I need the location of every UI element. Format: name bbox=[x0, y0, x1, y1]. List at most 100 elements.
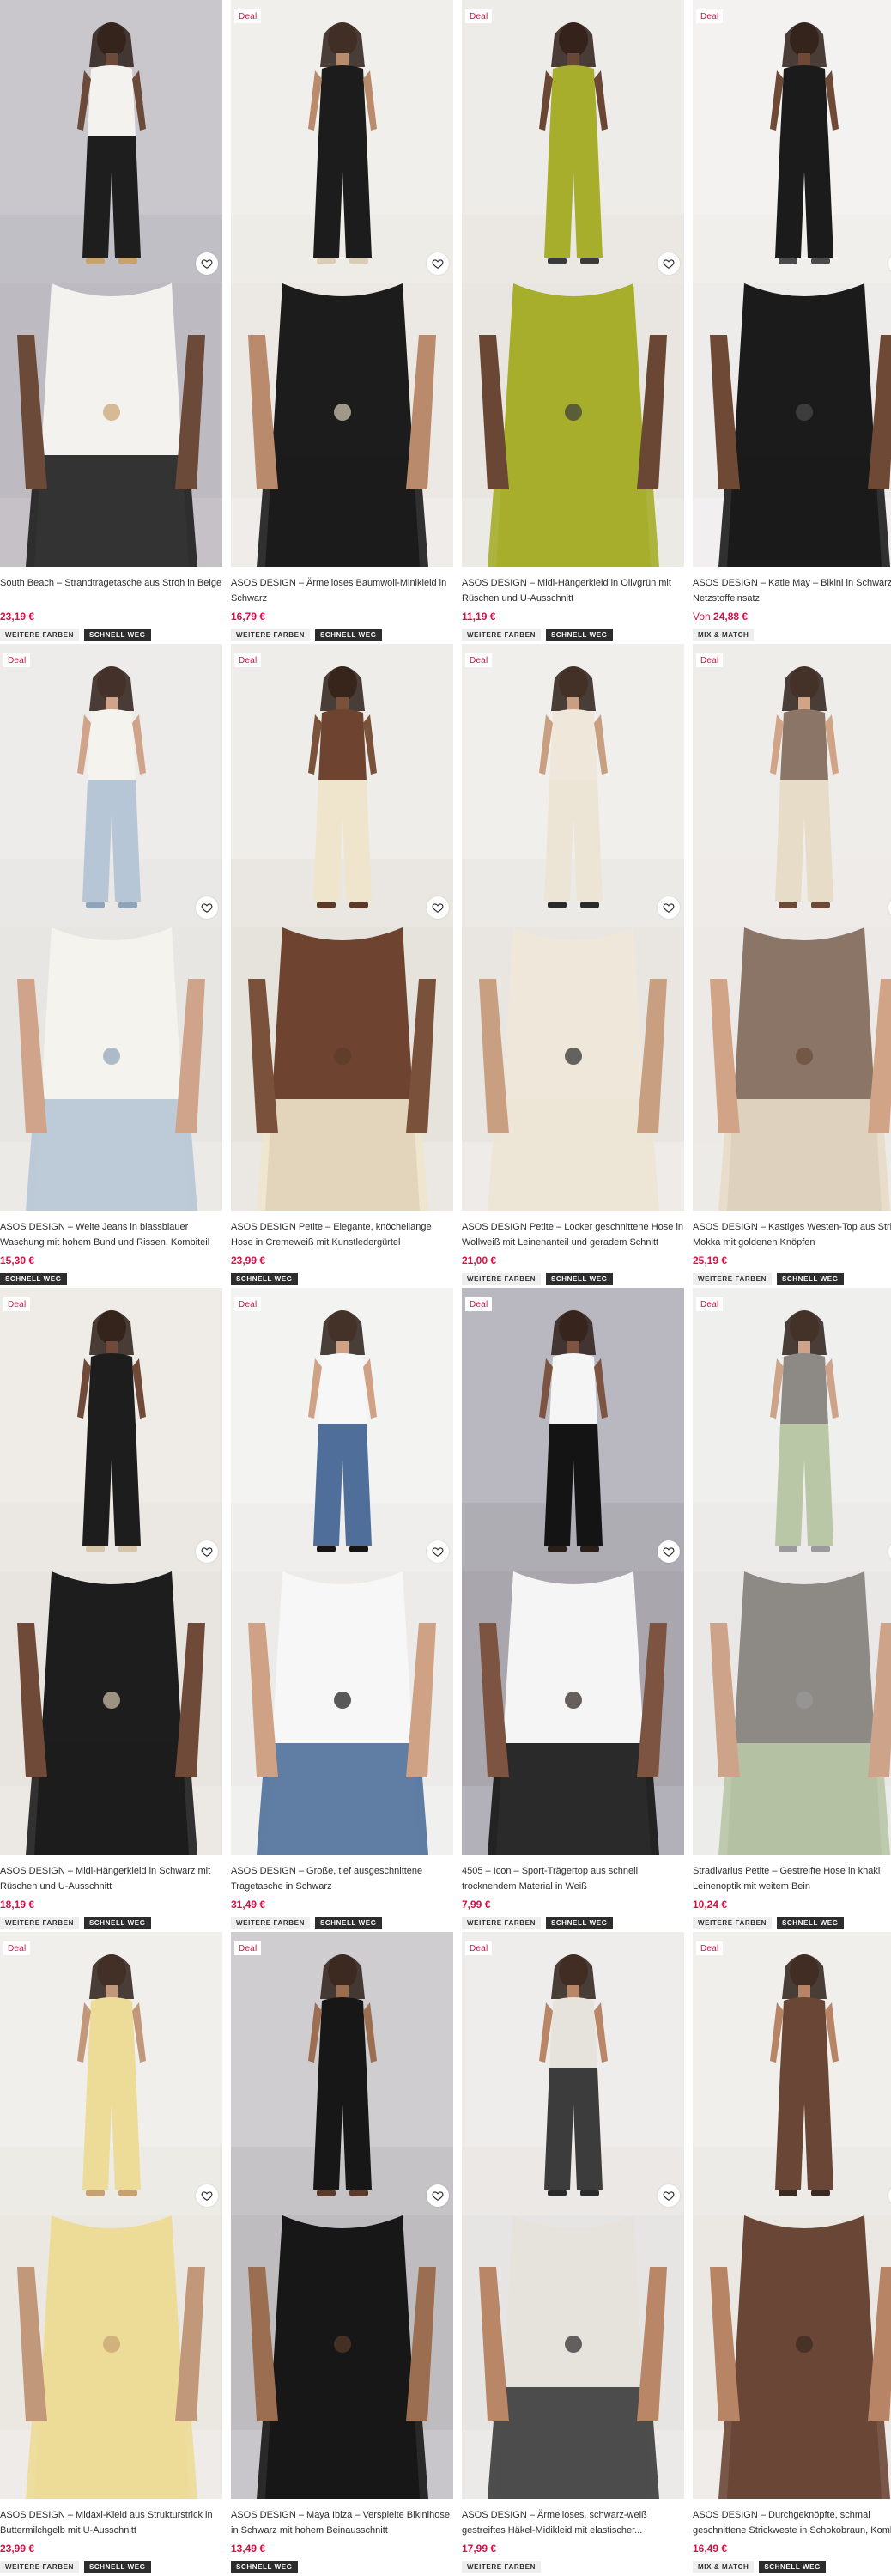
product-title[interactable]: ASOS DESIGN – Kastiges Westen-Top aus St… bbox=[693, 1219, 891, 1250]
product-info[interactable]: ASOS DESIGN – Midaxi-Kleid aus Strukturs… bbox=[0, 2499, 222, 2573]
product-card[interactable]: Deal ASOS DESIGN – Durchgeknöpfte, schma… bbox=[693, 1932, 891, 2576]
product-image[interactable] bbox=[231, 1932, 453, 2215]
product-card[interactable]: Deal ASOS DESIGN – Ärmelloses, schwarz-w… bbox=[462, 1932, 684, 2576]
product-info[interactable]: ASOS DESIGN – Ärmelloses Baumwoll-Minikl… bbox=[231, 567, 453, 641]
product-card[interactable]: Deal ASOS DESIGN – Große, tief ausgeschn… bbox=[231, 1288, 453, 1932]
product-title[interactable]: ASOS DESIGN – Midi-Hängerkleid in Schwar… bbox=[0, 1863, 222, 1894]
product-info[interactable]: ASOS DESIGN – Midi-Hängerkleid in Schwar… bbox=[0, 1855, 222, 1929]
product-card[interactable]: Deal ASOS DESIGN – Midaxi-Kleid aus Stru… bbox=[0, 1932, 222, 2576]
product-title[interactable]: Stradivarius Petite – Gestreifte Hose in… bbox=[693, 1863, 891, 1894]
product-card[interactable]: Deal 4505 – Icon – Sport-Trägertop aus s… bbox=[462, 1288, 684, 1932]
product-media[interactable]: Deal bbox=[231, 644, 453, 1211]
product-title[interactable]: ASOS DESIGN – Große, tief ausgeschnitten… bbox=[231, 1863, 453, 1894]
product-title[interactable]: ASOS DESIGN – Ärmelloses Baumwoll-Minikl… bbox=[231, 575, 453, 606]
product-media[interactable]: Deal bbox=[693, 1288, 891, 1855]
product-info[interactable]: ASOS DESIGN – Maya Ibiza – Verspielte Bi… bbox=[231, 2499, 453, 2573]
product-info[interactable]: ASOS DESIGN – Große, tief ausgeschnitten… bbox=[231, 1855, 453, 1929]
save-for-later-button[interactable] bbox=[196, 2184, 218, 2207]
save-for-later-button[interactable] bbox=[658, 896, 680, 919]
product-title[interactable]: ASOS DESIGN – Maya Ibiza – Verspielte Bi… bbox=[231, 2507, 453, 2538]
product-info[interactable]: ASOS DESIGN Petite – Elegante, knöchella… bbox=[231, 1211, 453, 1285]
product-image-alt[interactable] bbox=[462, 283, 684, 567]
product-image-alt[interactable] bbox=[462, 1571, 684, 1855]
product-info[interactable]: ASOS DESIGN – Weite Jeans in blassblauer… bbox=[0, 1211, 222, 1285]
product-info[interactable]: 4505 – Icon – Sport-Trägertop aus schnel… bbox=[462, 1855, 684, 1929]
product-title[interactable]: ASOS DESIGN – Ärmelloses, schwarz-weiß g… bbox=[462, 2507, 684, 2538]
product-info[interactable]: ASOS DESIGN – Durchgeknöpfte, schmal ges… bbox=[693, 2499, 891, 2573]
product-card[interactable]: Deal ASOS DESIGN – Kastiges Westen-Top a… bbox=[693, 644, 891, 1288]
product-image[interactable] bbox=[0, 0, 222, 283]
product-title[interactable]: ASOS DESIGN – Weite Jeans in blassblauer… bbox=[0, 1219, 222, 1250]
product-image[interactable] bbox=[231, 644, 453, 927]
save-for-later-button[interactable] bbox=[427, 2184, 449, 2207]
product-media[interactable]: Deal bbox=[693, 0, 891, 567]
save-for-later-button[interactable] bbox=[658, 2184, 680, 2207]
product-card[interactable]: Deal ASOS DESIGN Petite – Locker geschni… bbox=[462, 644, 684, 1288]
product-card[interactable]: Deal ASOS DESIGN – Maya Ibiza – Verspiel… bbox=[231, 1932, 453, 2576]
save-for-later-button[interactable] bbox=[658, 1540, 680, 1563]
product-image[interactable] bbox=[462, 1288, 684, 1571]
product-info[interactable]: South Beach – Strandtragetasche aus Stro… bbox=[0, 567, 222, 641]
product-card[interactable]: South Beach – Strandtragetasche aus Stro… bbox=[0, 0, 222, 644]
product-card[interactable]: Deal ASOS DESIGN – Midi-Hängerkleid in S… bbox=[0, 1288, 222, 1932]
save-for-later-button[interactable] bbox=[427, 896, 449, 919]
product-image[interactable] bbox=[462, 0, 684, 283]
product-image-alt[interactable] bbox=[462, 927, 684, 1211]
save-for-later-button[interactable] bbox=[196, 252, 218, 275]
product-title[interactable]: ASOS DESIGN Petite – Locker geschnittene… bbox=[462, 1219, 684, 1250]
product-title[interactable]: ASOS DESIGN – Midi-Hängerkleid in Olivgr… bbox=[462, 575, 684, 606]
product-image[interactable] bbox=[462, 1932, 684, 2215]
product-media[interactable]: Deal bbox=[462, 1932, 684, 2499]
product-image[interactable] bbox=[231, 0, 453, 283]
product-image[interactable] bbox=[0, 1932, 222, 2215]
product-card[interactable]: Deal ASOS DESIGN – Ärmelloses Baumwoll-M… bbox=[231, 0, 453, 644]
product-image[interactable] bbox=[693, 644, 891, 927]
product-card[interactable]: Deal ASOS DESIGN – Midi-Hängerkleid in O… bbox=[462, 0, 684, 644]
product-image-alt[interactable] bbox=[231, 2215, 453, 2499]
product-title[interactable]: South Beach – Strandtragetasche aus Stro… bbox=[0, 575, 222, 606]
product-image-alt[interactable] bbox=[462, 2215, 684, 2499]
product-media[interactable]: Deal bbox=[231, 1288, 453, 1855]
product-image[interactable] bbox=[693, 1288, 891, 1571]
product-image[interactable] bbox=[693, 1932, 891, 2215]
product-image-alt[interactable] bbox=[693, 1571, 891, 1855]
product-image-alt[interactable] bbox=[0, 283, 222, 567]
product-info[interactable]: Stradivarius Petite – Gestreifte Hose in… bbox=[693, 1855, 891, 1929]
product-title[interactable]: ASOS DESIGN – Durchgeknöpfte, schmal ges… bbox=[693, 2507, 891, 2538]
product-media[interactable]: Deal bbox=[231, 1932, 453, 2499]
product-title[interactable]: 4505 – Icon – Sport-Trägertop aus schnel… bbox=[462, 1863, 684, 1894]
product-card[interactable]: Deal ASOS DESIGN – Weite Jeans in blassb… bbox=[0, 644, 222, 1288]
product-media[interactable]: Deal bbox=[0, 644, 222, 1211]
save-for-later-button[interactable] bbox=[427, 252, 449, 275]
product-image-alt[interactable] bbox=[0, 1571, 222, 1855]
save-for-later-button[interactable] bbox=[196, 896, 218, 919]
product-info[interactable]: ASOS DESIGN Petite – Locker geschnittene… bbox=[462, 1211, 684, 1285]
product-card[interactable]: Deal Stradivarius Petite – Gestreifte Ho… bbox=[693, 1288, 891, 1932]
product-card[interactable]: Deal ASOS DESIGN – Katie May – Bikini in… bbox=[693, 0, 891, 644]
product-image-alt[interactable] bbox=[693, 927, 891, 1211]
product-image-alt[interactable] bbox=[0, 927, 222, 1211]
product-media[interactable]: Deal bbox=[462, 1288, 684, 1855]
product-image-alt[interactable] bbox=[231, 927, 453, 1211]
product-image[interactable] bbox=[231, 1288, 453, 1571]
product-image[interactable] bbox=[693, 0, 891, 283]
product-title[interactable]: ASOS DESIGN – Midaxi-Kleid aus Strukturs… bbox=[0, 2507, 222, 2538]
save-for-later-button[interactable] bbox=[427, 1540, 449, 1563]
product-media[interactable]: Deal bbox=[231, 0, 453, 567]
product-image[interactable] bbox=[0, 1288, 222, 1571]
product-image[interactable] bbox=[462, 644, 684, 927]
product-media[interactable]: Deal bbox=[0, 1932, 222, 2499]
product-media[interactable]: Deal bbox=[462, 644, 684, 1211]
product-media[interactable]: Deal bbox=[462, 0, 684, 567]
product-title[interactable]: ASOS DESIGN – Katie May – Bikini in Schw… bbox=[693, 575, 891, 606]
product-media[interactable]: Deal bbox=[693, 1932, 891, 2499]
product-image-alt[interactable] bbox=[231, 283, 453, 567]
product-info[interactable]: ASOS DESIGN – Midi-Hängerkleid in Olivgr… bbox=[462, 567, 684, 641]
product-info[interactable]: ASOS DESIGN – Ärmelloses, schwarz-weiß g… bbox=[462, 2499, 684, 2573]
save-for-later-button[interactable] bbox=[658, 252, 680, 275]
product-title[interactable]: ASOS DESIGN Petite – Elegante, knöchella… bbox=[231, 1219, 453, 1250]
product-media[interactable] bbox=[0, 0, 222, 567]
product-media[interactable]: Deal bbox=[693, 644, 891, 1211]
product-info[interactable]: ASOS DESIGN – Katie May – Bikini in Schw… bbox=[693, 567, 891, 641]
product-image-alt[interactable] bbox=[693, 283, 891, 567]
